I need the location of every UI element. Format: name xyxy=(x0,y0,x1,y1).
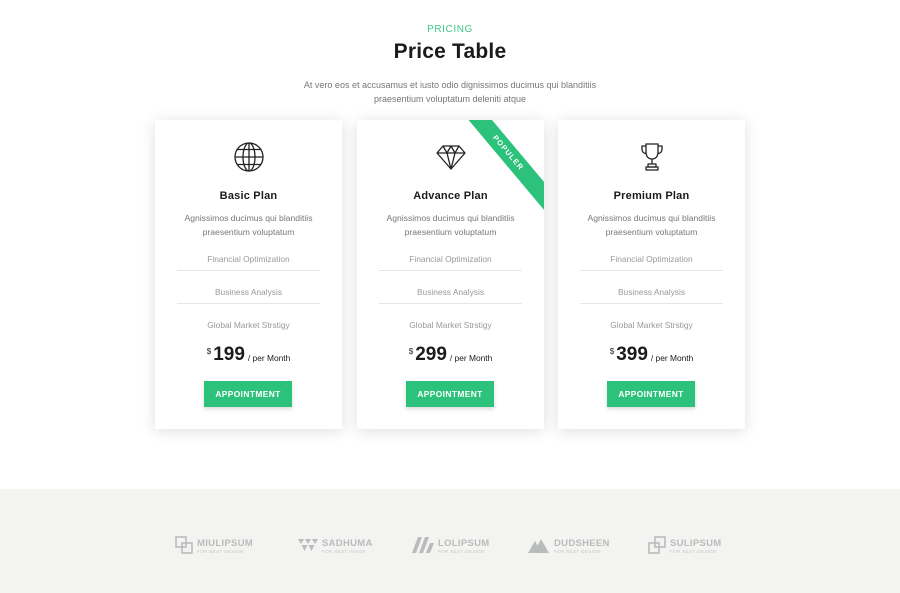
price-period: / per Month xyxy=(449,353,493,363)
plan-description: Agnissimos ducimus qui blanditiis praese… xyxy=(587,213,716,237)
brand-name: LOLIPSUM xyxy=(438,538,490,549)
brand-tagline: FOR BEST IMAGE xyxy=(322,549,366,554)
squares-logo-icon xyxy=(648,535,666,559)
section-eyebrow: PRICING xyxy=(427,24,473,35)
triangles-logo-icon xyxy=(298,538,318,557)
brand-name: SADHUMA xyxy=(322,538,373,549)
plan-description: Agnissimos ducimus qui blanditiis praese… xyxy=(386,213,515,237)
feature-item: Business Analysis xyxy=(617,287,686,297)
brand-logo[interactable]: LOLIPSUM FOR BEST DESIGN xyxy=(412,536,489,558)
price-currency: $ xyxy=(408,347,414,356)
price: $ 199 / per Month xyxy=(155,344,342,366)
feature-divider xyxy=(379,303,522,304)
price-amount: 299 xyxy=(415,344,447,365)
globe-icon xyxy=(155,140,342,174)
feature-item: Global Market Strstigy xyxy=(610,320,693,330)
pricing-card-basic: Basic Plan Agnissimos ducimus qui blandi… xyxy=(155,120,342,429)
appointment-button[interactable]: APPOINTMENT xyxy=(204,381,292,407)
feature-item: Financial Optimization xyxy=(610,254,693,264)
brand-tagline: FOR BEST DESIGN xyxy=(554,549,601,554)
price-currency: $ xyxy=(609,347,615,356)
appointment-button[interactable]: APPOINTMENT xyxy=(406,381,494,407)
brand-tagline: FOR BEST DESIGN xyxy=(670,549,717,554)
feature-item: Global Market Strstigy xyxy=(207,320,290,330)
feature-divider xyxy=(379,270,522,271)
feature-item: Business Analysis xyxy=(214,287,283,297)
section-description: At vero eos et accusamus et iusto odio d… xyxy=(303,80,597,104)
feature-divider xyxy=(177,303,320,304)
diamond-icon xyxy=(357,140,544,174)
feature-item: Global Market Strstigy xyxy=(409,320,492,330)
m-logo-icon xyxy=(412,536,434,558)
feature-divider xyxy=(177,270,320,271)
feature-divider xyxy=(580,270,723,271)
peaks-logo-icon xyxy=(528,537,550,558)
brand-logo[interactable]: SADHUMA FOR BEST IMAGE xyxy=(298,536,373,558)
squares-logo-icon xyxy=(175,535,193,559)
plan-name: Premium Plan xyxy=(613,190,690,202)
plan-name: Basic Plan xyxy=(219,190,278,202)
appointment-button[interactable]: APPOINTMENT xyxy=(607,381,695,407)
price: $ 299 / per Month xyxy=(357,344,544,366)
price: $ 399 / per Month xyxy=(558,344,745,366)
brand-name: SULIPSUM xyxy=(670,538,722,549)
price-period: / per Month xyxy=(650,353,694,363)
brand-logo[interactable]: SULIPSUM FOR BEST DESIGN xyxy=(648,535,722,559)
brand-tagline: FOR BEST DESIGN xyxy=(197,549,244,554)
brand-tagline: FOR BEST DESIGN xyxy=(438,549,485,554)
plan-name: Advance Plan xyxy=(413,190,488,202)
brand-name: MIULIPSUM xyxy=(197,538,254,549)
brand-name: DUDSHEEN xyxy=(554,538,610,549)
feature-item: Financial Optimization xyxy=(409,254,492,264)
brand-logo[interactable]: DUDSHEEN FOR BEST DESIGN xyxy=(528,536,610,558)
plan-description: Agnissimos ducimus qui blanditiis praese… xyxy=(184,213,313,237)
trophy-icon xyxy=(558,140,745,174)
brand-logos-bar: MIULIPSUM FOR BEST DESIGN SADHUMA FOR BE… xyxy=(0,489,900,593)
price-amount: 399 xyxy=(616,344,648,365)
pricing-card-premium: Premium Plan Agnissimos ducimus qui blan… xyxy=(558,120,745,429)
page-title: Price Table xyxy=(393,40,507,63)
price-currency: $ xyxy=(206,347,212,356)
pricing-card-advance: POPULER Advance Plan Agnissimos ducimus … xyxy=(357,120,544,429)
price-period: / per Month xyxy=(247,353,291,363)
brand-logo[interactable]: MIULIPSUM FOR BEST DESIGN xyxy=(175,535,254,559)
price-amount: 199 xyxy=(213,344,245,365)
feature-item: Business Analysis xyxy=(416,287,485,297)
feature-item: Financial Optimization xyxy=(207,254,290,264)
feature-divider xyxy=(580,303,723,304)
